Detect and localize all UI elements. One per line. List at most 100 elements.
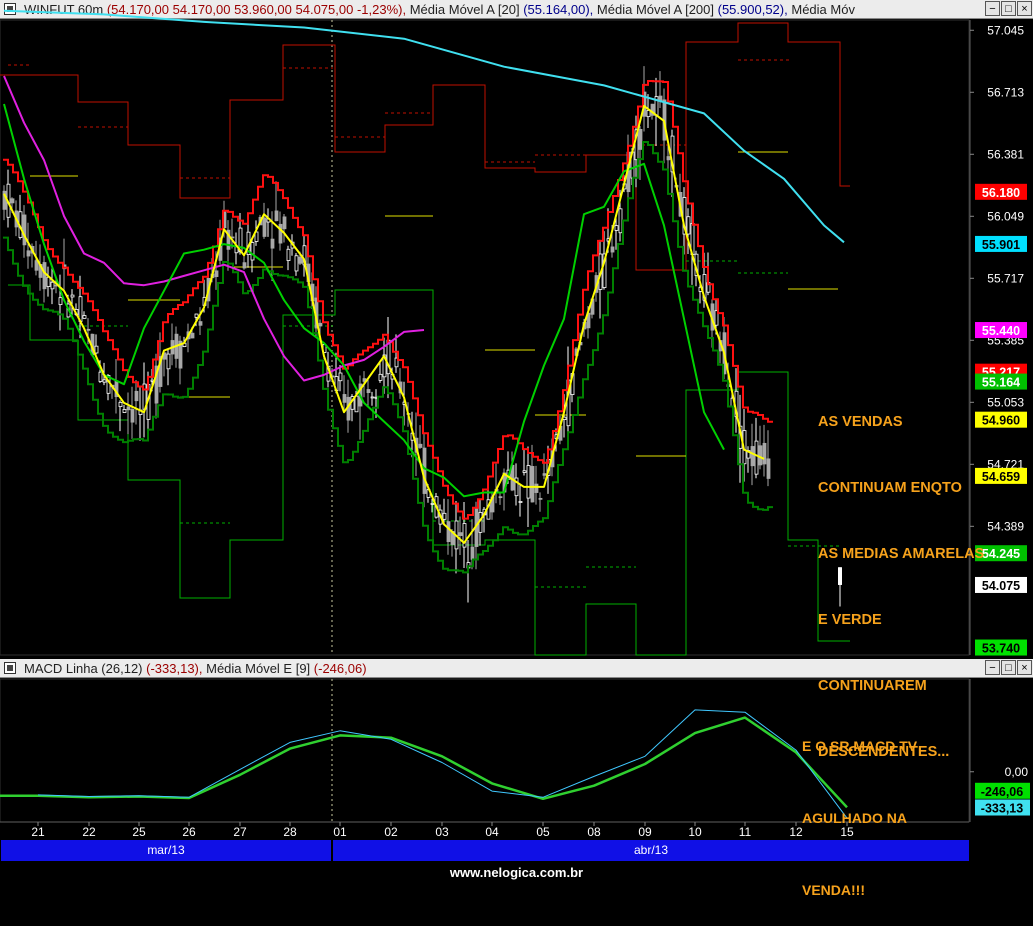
x-tick-label: 12: [789, 825, 803, 839]
annotation-line: AS VENDAS: [818, 414, 903, 430]
candle-body: [190, 332, 195, 339]
x-tick-label: 03: [435, 825, 449, 839]
price-tick-label: 55.717: [987, 271, 1024, 285]
stop-upper-line: [3, 80, 773, 520]
candle-body: [762, 442, 767, 465]
candle-body: [134, 390, 139, 402]
candle-body: [534, 483, 539, 493]
candle-body: [102, 379, 107, 383]
macd-tag-label: -333,13: [981, 802, 1023, 816]
x-tick-label: 08: [587, 825, 601, 839]
candle-body: [294, 255, 299, 272]
candle-body: [286, 248, 291, 261]
candle-body: [614, 225, 619, 231]
candle-body: [126, 406, 131, 411]
candle-body: [298, 256, 303, 264]
candle-body: [530, 466, 535, 503]
x-tick-label: 01: [333, 825, 347, 839]
price-tag-label: 55.901: [982, 238, 1020, 252]
ma-magenta-line: [3, 75, 425, 382]
price-tick-label: 56.049: [987, 209, 1024, 223]
x-tick-label: 10: [688, 825, 702, 839]
candle-body: [442, 512, 447, 520]
candle-body: [270, 238, 275, 249]
candle-body: [166, 353, 171, 370]
candle-body: [518, 501, 523, 503]
candle-body: [118, 401, 123, 408]
x-tick-label: 02: [384, 825, 398, 839]
x-tick-label: 21: [31, 825, 45, 839]
price-tag-label: 56.180: [982, 186, 1020, 200]
x-tick-label: 09: [638, 825, 652, 839]
candle-body: [370, 396, 375, 399]
price-tag-label: 54.960: [982, 414, 1020, 428]
macd-tag-label: -246,06: [981, 785, 1023, 799]
macd-annotation: E O SR.MACD TV AGULHADO NA VENDA!!!: [802, 686, 917, 926]
x-tick-label: 25: [132, 825, 146, 839]
candle-body: [758, 445, 763, 466]
ma200-line: [3, 9, 845, 244]
candle-body: [470, 546, 475, 560]
x-tick-label: 04: [485, 825, 499, 839]
candle-body: [130, 409, 135, 423]
price-tag-label: 53.740: [982, 642, 1020, 656]
candle-body: [262, 217, 267, 237]
candle-body: [610, 246, 615, 253]
candle-body: [26, 250, 31, 257]
candle-body: [618, 208, 623, 234]
candle-body: [194, 313, 199, 318]
channel-upper-line: [0, 22, 850, 271]
price-tag: 55.440: [975, 322, 1027, 339]
price-tag: 55.901: [975, 235, 1027, 252]
candle-body: [42, 262, 47, 290]
candle-body: [338, 372, 343, 382]
candle-body: [274, 210, 279, 222]
price-tag-label: 54.075: [982, 579, 1020, 593]
candle-body: [58, 297, 63, 306]
candle-body: [242, 262, 247, 269]
price-tag-label: 55.164: [982, 376, 1020, 390]
candle-body: [538, 497, 543, 500]
x-tick-label: 26: [182, 825, 196, 839]
candle-body: [82, 315, 87, 319]
ma-short-line: [3, 104, 765, 544]
candle-body: [342, 394, 347, 403]
price-tick-label: 57.045: [987, 23, 1024, 37]
footer-url[interactable]: www.nelogica.com.br: [0, 862, 1033, 883]
price-tick-label: 56.713: [987, 85, 1024, 99]
candle-body: [214, 270, 219, 277]
candle-body: [98, 371, 103, 382]
macd-value-tag: -333,13: [975, 799, 1030, 816]
candle-body: [666, 156, 671, 161]
candle-body: [522, 470, 527, 473]
candle-body: [750, 446, 755, 467]
candle-body: [10, 198, 15, 204]
price-tick-label: 56.381: [987, 147, 1024, 161]
price-tag-label: 55.440: [982, 324, 1020, 338]
candle-body: [378, 373, 383, 381]
month-bar: mar/13 abr/13: [0, 840, 970, 861]
price-tag-label: 54.245: [982, 547, 1020, 561]
annotation-line: E VERDE: [818, 612, 882, 628]
candle-body: [422, 447, 427, 494]
candle-body: [446, 521, 451, 543]
macd-zero-label: 0,00: [1005, 765, 1029, 779]
x-tick-label: 22: [82, 825, 96, 839]
candle-body: [22, 214, 27, 246]
candle-body: [94, 345, 99, 354]
annotation-line: E O SR.MACD TV: [802, 738, 918, 754]
candle-body: [638, 128, 643, 150]
candle-body: [430, 503, 435, 505]
candle-body: [318, 322, 323, 327]
month-label-abr: abr/13: [333, 840, 969, 861]
candle-body: [354, 395, 359, 413]
candle-body: [458, 532, 463, 536]
x-tick-label: 11: [739, 825, 752, 839]
candle-body: [498, 496, 503, 499]
x-tick-label: 05: [536, 825, 550, 839]
candle-body: [86, 328, 91, 331]
candle-body: [646, 110, 651, 118]
candle-body: [418, 443, 423, 448]
candle-body: [122, 409, 127, 413]
candle-body: [526, 465, 531, 499]
